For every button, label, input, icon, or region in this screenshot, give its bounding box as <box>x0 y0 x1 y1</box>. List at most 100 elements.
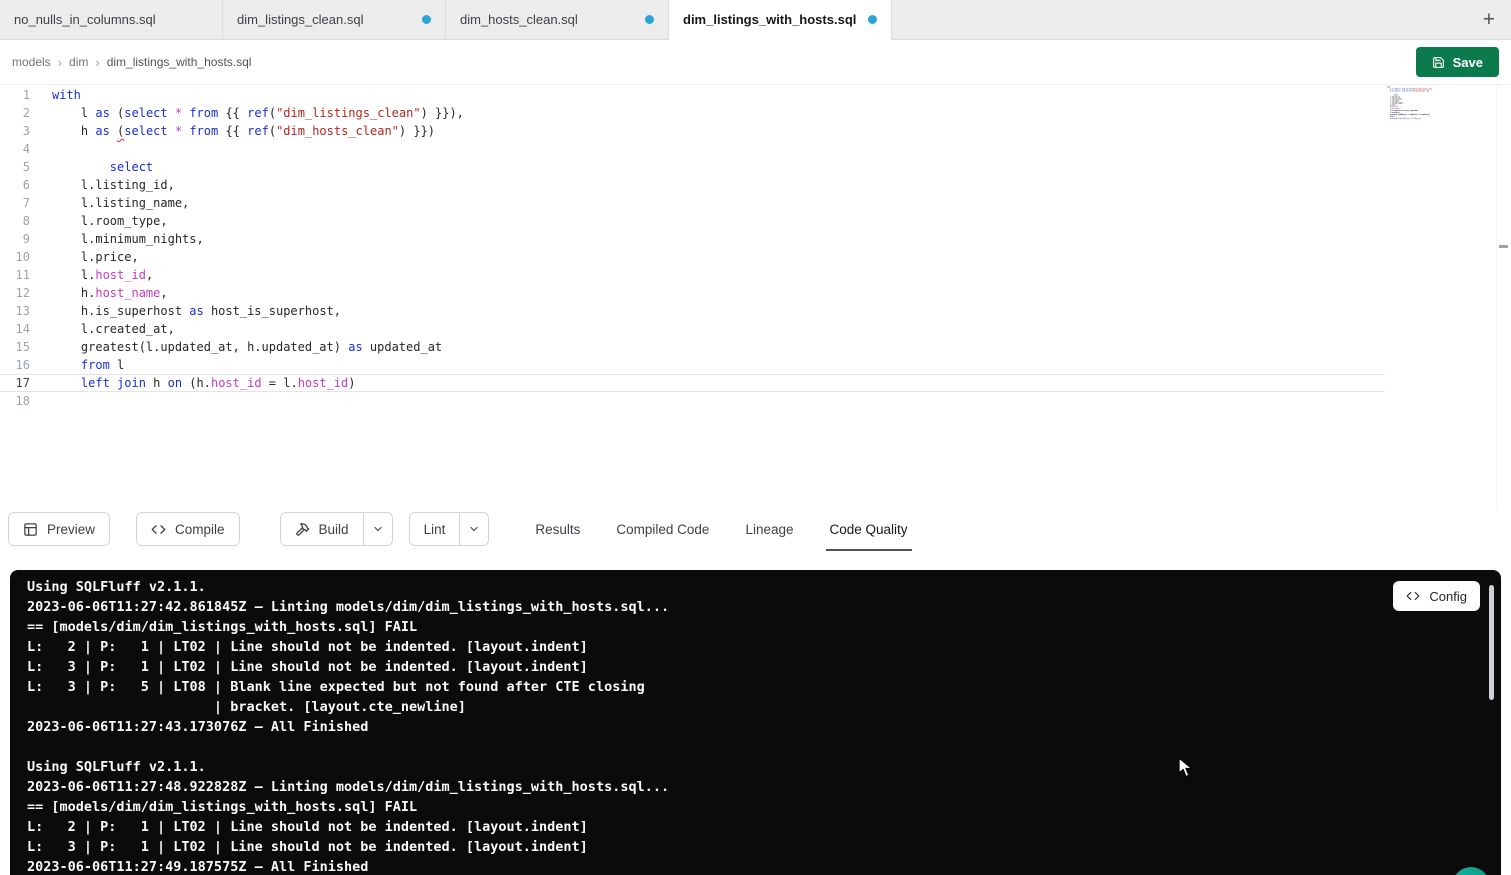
code-text: h.is_superhost as host_is_superhost, <box>30 302 341 320</box>
build-dropdown-button[interactable] <box>363 512 393 546</box>
line-number: 1 <box>0 86 30 104</box>
panel-tab-code-quality[interactable]: Code Quality <box>828 512 910 546</box>
editor-tab[interactable]: dim_hosts_clean.sql <box>446 0 669 40</box>
breadcrumb-separator: › <box>95 55 99 70</box>
code-text <box>30 392 52 410</box>
build-split-button: Build <box>280 512 393 546</box>
panel-tab-results[interactable]: Results <box>533 512 582 546</box>
table-icon <box>23 522 38 537</box>
tab-bar-filler: + <box>892 0 1511 40</box>
terminal-scrollbar-thumb[interactable] <box>1489 585 1494 700</box>
line-number: 7 <box>0 194 30 212</box>
line-number: 14 <box>0 320 30 338</box>
code-line[interactable]: 2 l as (select * from {{ ref("dim_listin… <box>0 104 1385 122</box>
line-number: 4 <box>0 140 30 158</box>
line-number: 10 <box>0 248 30 266</box>
tab-label: no_nulls_in_columns.sql <box>14 12 156 27</box>
code-line[interactable]: 11 l.host_id, <box>0 266 1385 284</box>
minimap[interactable]: with l as (select * from {{ ref("dim_lis… <box>1387 86 1465 134</box>
editor-tab[interactable]: dim_listings_with_hosts.sql <box>669 0 892 40</box>
code-line[interactable]: 18 <box>0 392 1385 410</box>
line-number: 17 <box>0 374 30 392</box>
unsaved-dot-icon <box>645 15 654 24</box>
line-number: 6 <box>0 176 30 194</box>
panel-tab-lineage[interactable]: Lineage <box>743 512 795 546</box>
code-line[interactable]: 17 left join h on (h.host_id = l.host_id… <box>0 374 1385 392</box>
lint-button[interactable]: Lint <box>409 512 461 546</box>
code-line[interactable]: 10 l.price, <box>0 248 1385 266</box>
tab-label: dim_hosts_clean.sql <box>460 12 578 27</box>
editor-scrollbar-track <box>1496 85 1497 510</box>
save-icon <box>1432 56 1445 69</box>
minimap-content: with l as (select * from {{ ref("dim_lis… <box>1387 86 1465 122</box>
tab-bar: no_nulls_in_columns.sql dim_listings_clea… <box>0 0 1511 40</box>
unsaved-dot-icon <box>868 15 877 24</box>
line-number: 2 <box>0 104 30 122</box>
code-editor[interactable]: 1with2 l as (select * from {{ ref("dim_l… <box>0 85 1511 510</box>
lint-dropdown-button[interactable] <box>459 512 489 546</box>
compile-button[interactable]: Compile <box>136 512 240 546</box>
toolbar: Preview Compile Build Lint <box>0 510 1511 570</box>
code-text: l.host_id, <box>30 266 153 284</box>
code-line[interactable]: 1with <box>0 86 1385 104</box>
terminal-output: Using SQLFluff v2.1.1. 2023-06-06T11:27:… <box>27 577 1401 875</box>
code-text: l.room_type, <box>30 212 168 230</box>
build-button[interactable]: Build <box>280 512 364 546</box>
save-button[interactable]: Save <box>1416 47 1499 77</box>
breadcrumb-item[interactable]: dim_listings_with_hosts.sql <box>107 55 252 69</box>
editor-scroll-marker[interactable] <box>1499 245 1508 248</box>
tab-label: dim_listings_clean.sql <box>237 12 363 27</box>
config-button[interactable]: Config <box>1393 581 1480 611</box>
terminal: Using SQLFluff v2.1.1. 2023-06-06T11:27:… <box>10 570 1501 875</box>
build-label: Build <box>319 522 349 537</box>
code-line[interactable]: 7 l.listing_name, <box>0 194 1385 212</box>
config-label: Config <box>1429 589 1467 604</box>
code-text: l.listing_id, <box>30 176 175 194</box>
code-line[interactable]: 13 h.is_superhost as host_is_superhost, <box>0 302 1385 320</box>
line-number: 15 <box>0 338 30 356</box>
code-line[interactable]: 12 h.host_name, <box>0 284 1385 302</box>
config-code-icon <box>1406 589 1420 603</box>
code-text: h.host_name, <box>30 284 168 302</box>
code-text <box>30 140 52 158</box>
line-number: 8 <box>0 212 30 230</box>
breadcrumb-item[interactable]: models <box>12 55 51 69</box>
code-text: l as (select * from {{ ref("dim_listings… <box>30 104 464 122</box>
code-text: h as (select * from {{ ref("dim_hosts_cl… <box>30 122 435 140</box>
code-icon <box>151 522 166 537</box>
breadcrumb-item[interactable]: dim <box>69 55 88 69</box>
lint-split-button: Lint <box>409 512 490 546</box>
code-line[interactable]: 14 l.created_at, <box>0 320 1385 338</box>
line-number: 12 <box>0 284 30 302</box>
code-line[interactable]: 8 l.room_type, <box>0 212 1385 230</box>
code-line[interactable]: 6 l.listing_id, <box>0 176 1385 194</box>
code-text: with <box>30 86 81 104</box>
editor-tab[interactable]: no_nulls_in_columns.sql <box>0 0 223 40</box>
code-text: select <box>30 158 153 176</box>
line-number: 9 <box>0 230 30 248</box>
code-line[interactable]: 3 h as (select * from {{ ref("dim_hosts_… <box>0 122 1385 140</box>
lint-label: Lint <box>424 522 446 537</box>
code-lines: 1with2 l as (select * from {{ ref("dim_l… <box>0 85 1385 410</box>
chevron-down-icon <box>468 523 480 535</box>
editor-tab[interactable]: dim_listings_clean.sql <box>223 0 446 40</box>
code-text: from l <box>30 356 124 374</box>
new-tab-button[interactable]: + <box>1479 9 1499 30</box>
unsaved-dot-icon <box>422 15 431 24</box>
panel-tab-compiled-code[interactable]: Compiled Code <box>614 512 711 546</box>
line-number: 11 <box>0 266 30 284</box>
breadcrumb-bar: models›dim›dim_listings_with_hosts.sql S… <box>0 40 1511 85</box>
preview-label: Preview <box>47 522 95 537</box>
line-number: 16 <box>0 356 30 374</box>
code-line[interactable]: 9 l.minimum_nights, <box>0 230 1385 248</box>
line-number: 13 <box>0 302 30 320</box>
preview-button[interactable]: Preview <box>8 512 110 546</box>
breadcrumb: models›dim›dim_listings_with_hosts.sql <box>12 55 251 70</box>
code-text: greatest(l.updated_at, h.updated_at) as … <box>30 338 442 356</box>
code-line[interactable]: 5 select <box>0 158 1385 176</box>
chevron-down-icon <box>372 523 384 535</box>
code-line[interactable]: 16 from l <box>0 356 1385 374</box>
compile-label: Compile <box>175 522 225 537</box>
code-line[interactable]: 4 <box>0 140 1385 158</box>
code-line[interactable]: 15 greatest(l.updated_at, h.updated_at) … <box>0 338 1385 356</box>
